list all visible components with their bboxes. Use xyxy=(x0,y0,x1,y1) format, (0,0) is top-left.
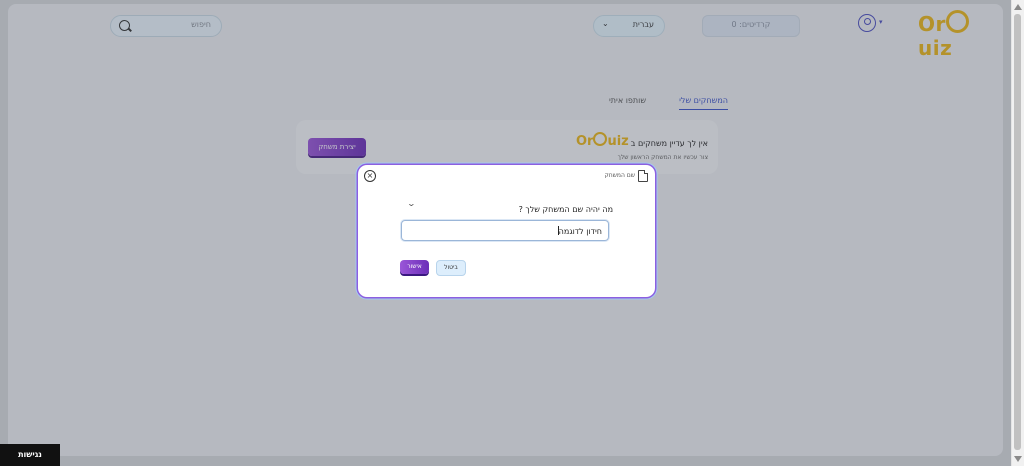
game-name-dialog: שם המשחק × ⌄ מה יהיה שם המשחק שלך ? חידו… xyxy=(358,165,655,297)
game-name-question: מה יהיה שם המשחק שלך ? xyxy=(518,205,613,214)
chevron-down-icon[interactable]: ⌄ xyxy=(407,199,416,208)
scroll-thumb[interactable] xyxy=(1014,14,1021,450)
game-name-input[interactable]: חידון לדוגמה xyxy=(401,220,609,241)
confirm-button[interactable]: אישור xyxy=(400,260,429,274)
scroll-up-icon[interactable] xyxy=(1014,4,1022,10)
cancel-button[interactable]: ביטול xyxy=(436,260,466,276)
game-name-value: חידון לדוגמה xyxy=(558,227,602,236)
accessibility-button[interactable]: נגישות xyxy=(0,444,60,466)
close-icon[interactable]: × xyxy=(364,170,376,182)
page-scrollbar[interactable] xyxy=(1011,0,1024,466)
dialog-title: שם המשחק xyxy=(604,172,635,179)
scroll-down-icon[interactable] xyxy=(1014,456,1022,462)
document-icon xyxy=(638,170,648,182)
